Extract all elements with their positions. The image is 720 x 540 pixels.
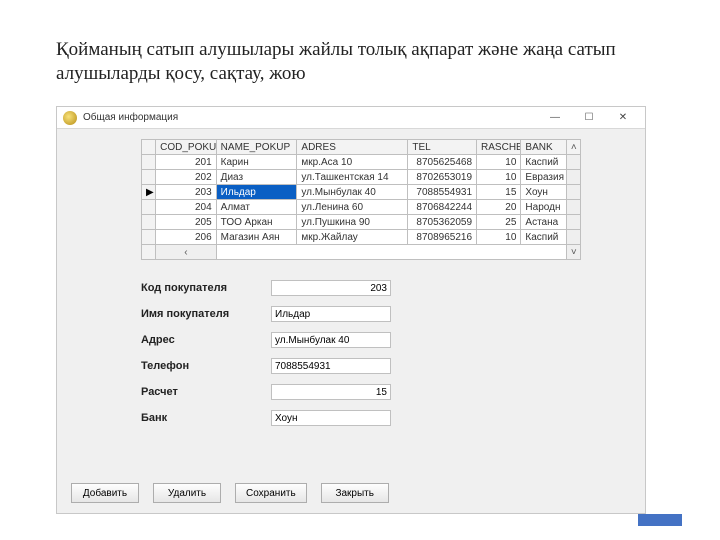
label-adres: Адрес (141, 334, 271, 346)
customers-grid[interactable]: COD_POKUP NAME_POKUP ADRES TEL RASCHET B… (141, 139, 581, 260)
scrollbar-track[interactable] (566, 200, 580, 215)
input-ras[interactable] (271, 384, 391, 400)
cell-ras[interactable]: 20 (477, 200, 521, 215)
col-name[interactable]: NAME_POKUP (216, 140, 297, 155)
cell-adres[interactable]: ул.Мынбулак 40 (297, 185, 408, 200)
label-ras: Расчет (141, 386, 271, 398)
cell-tel[interactable]: 8706842244 (408, 200, 477, 215)
cell-cod[interactable]: 204 (156, 200, 217, 215)
cell-cod[interactable]: 203 (156, 185, 217, 200)
table-row[interactable]: 202Диазул.Ташкентская 14870265301910Евра… (142, 170, 581, 185)
row-gutter (142, 230, 156, 245)
row-gutter (142, 215, 156, 230)
col-adres[interactable]: ADRES (297, 140, 408, 155)
input-cod[interactable] (271, 280, 391, 296)
cell-cod[interactable]: 206 (156, 230, 217, 245)
cell-bank[interactable]: Хоун (521, 185, 566, 200)
table-row[interactable]: ▶203Ильдарул.Мынбулак 40708855493115Хоун (142, 185, 581, 200)
table-row[interactable]: 204Алматул.Ленина 60870684224420Народн (142, 200, 581, 215)
cell-cod[interactable]: 202 (156, 170, 217, 185)
cell-cod[interactable]: 201 (156, 155, 217, 170)
edit-form: Код покупателя Имя покупателя Адрес Теле… (141, 280, 631, 426)
cell-tel[interactable]: 8702653019 (408, 170, 477, 185)
col-ras[interactable]: RASCHET (477, 140, 521, 155)
input-tel[interactable] (271, 358, 391, 374)
input-name[interactable] (271, 306, 391, 322)
window-title: Общая информация (83, 112, 539, 123)
cell-adres[interactable]: ул.Ленина 60 (297, 200, 408, 215)
table-row[interactable]: 201Каринмкр.Аса 10870562546810Каспий (142, 155, 581, 170)
slide-title: Қойманың сатып алушылары жайлы толық ақп… (56, 38, 680, 86)
cell-tel[interactable]: 8705362059 (408, 215, 477, 230)
scrollbar-track[interactable] (566, 215, 580, 230)
cell-name[interactable]: Алмат (216, 200, 297, 215)
save-button[interactable]: Сохранить (235, 483, 307, 503)
label-bank: Банк (141, 412, 271, 424)
scroll-left-icon[interactable]: ‹ (156, 245, 217, 260)
cell-adres[interactable]: мкр.Жайлау (297, 230, 408, 245)
maximize-button[interactable]: ☐ (573, 109, 605, 127)
slide-accent (638, 514, 682, 526)
cell-tel[interactable]: 7088554931 (408, 185, 477, 200)
cell-ras[interactable]: 10 (477, 230, 521, 245)
close-form-button[interactable]: Закрыть (321, 483, 389, 503)
cell-cod[interactable]: 205 (156, 215, 217, 230)
cell-bank[interactable]: Евразия (521, 170, 566, 185)
row-gutter (142, 155, 156, 170)
cell-name[interactable]: Карин (216, 155, 297, 170)
close-button[interactable]: ✕ (607, 109, 639, 127)
input-bank[interactable] (271, 410, 391, 426)
label-name: Имя покупателя (141, 308, 271, 320)
app-icon (63, 111, 77, 125)
table-row[interactable]: 205ТОО Арканул.Пушкина 90870536205925Аст… (142, 215, 581, 230)
row-gutter (142, 170, 156, 185)
table-row[interactable]: 206Магазин Аянмкр.Жайлау870896521610Касп… (142, 230, 581, 245)
add-button[interactable]: Добавить (71, 483, 139, 503)
col-tel[interactable]: TEL (408, 140, 477, 155)
scrollbar-track[interactable] (566, 155, 580, 170)
input-adres[interactable] (271, 332, 391, 348)
label-cod: Код покупателя (141, 282, 271, 294)
cell-ras[interactable]: 15 (477, 185, 521, 200)
cell-adres[interactable]: мкр.Аса 10 (297, 155, 408, 170)
row-gutter: ▶ (142, 185, 156, 200)
titlebar: Общая информация — ☐ ✕ (57, 107, 645, 129)
cell-ras[interactable]: 25 (477, 215, 521, 230)
scroll-down-icon[interactable]: ˅ (566, 245, 580, 260)
app-window: Общая информация — ☐ ✕ COD_POKUP NAME_PO… (56, 106, 646, 514)
cell-name[interactable]: Магазин Аян (216, 230, 297, 245)
cell-adres[interactable]: ул.Пушкина 90 (297, 215, 408, 230)
cell-ras[interactable]: 10 (477, 170, 521, 185)
cell-name[interactable]: Ильдар (216, 185, 297, 200)
col-bank[interactable]: BANK (521, 140, 566, 155)
cell-bank[interactable]: Астана (521, 215, 566, 230)
cell-tel[interactable]: 8705625468 (408, 155, 477, 170)
cell-name[interactable]: ТОО Аркан (216, 215, 297, 230)
delete-button[interactable]: Удалить (153, 483, 221, 503)
scroll-up-icon[interactable]: ˄ (566, 140, 580, 155)
cell-ras[interactable]: 10 (477, 155, 521, 170)
row-gutter (142, 200, 156, 215)
scrollbar-track[interactable] (566, 170, 580, 185)
scrollbar-track[interactable] (566, 185, 580, 200)
cell-adres[interactable]: ул.Ташкентская 14 (297, 170, 408, 185)
minimize-button[interactable]: — (539, 109, 571, 127)
col-cod[interactable]: COD_POKUP (156, 140, 217, 155)
label-tel: Телефон (141, 360, 271, 372)
scrollbar-track[interactable] (566, 230, 580, 245)
cell-bank[interactable]: Каспий (521, 155, 566, 170)
cell-name[interactable]: Диаз (216, 170, 297, 185)
cell-bank[interactable]: Народн (521, 200, 566, 215)
cell-bank[interactable]: Каспий (521, 230, 566, 245)
cell-tel[interactable]: 8708965216 (408, 230, 477, 245)
